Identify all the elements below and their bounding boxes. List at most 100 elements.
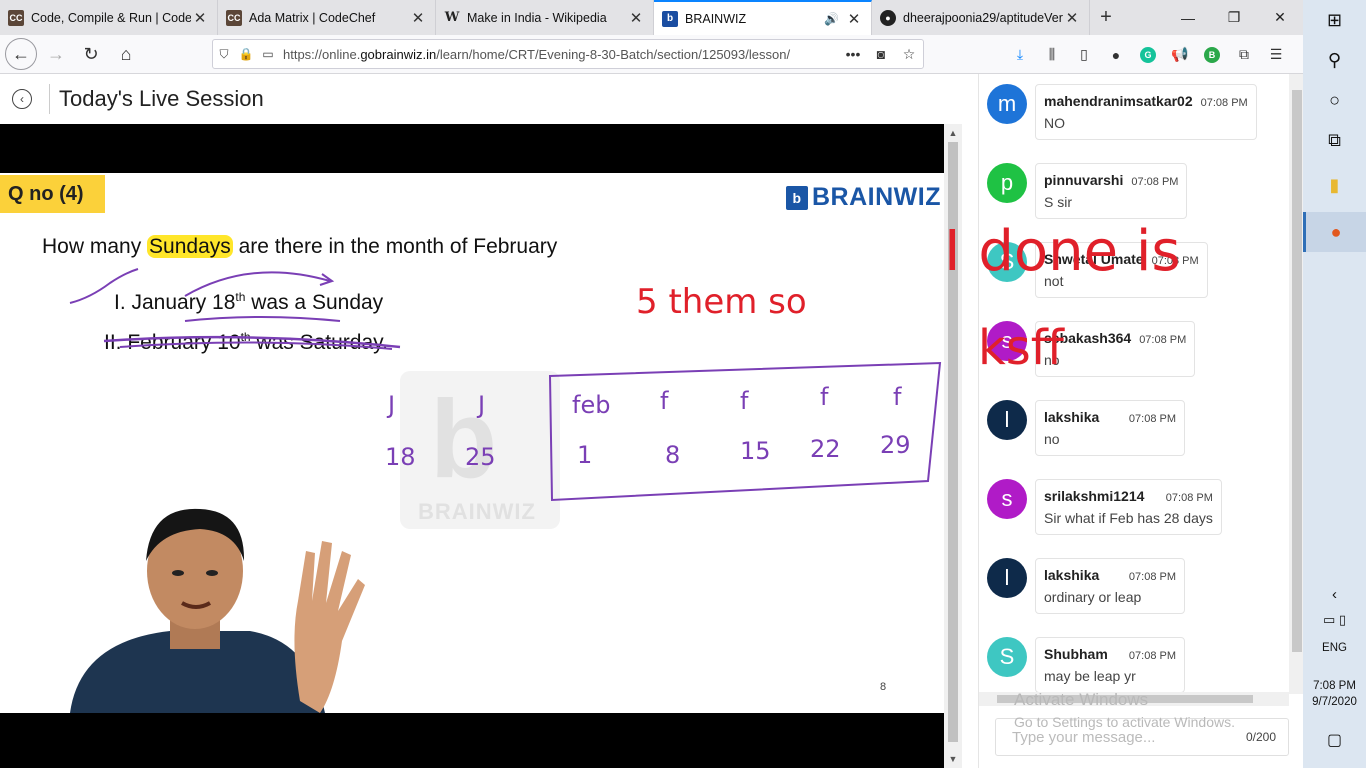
avatar: m bbox=[987, 84, 1027, 124]
grammarly-extension-icon[interactable]: G bbox=[1140, 46, 1156, 63]
library-icon[interactable]: ⫼ bbox=[1036, 46, 1068, 63]
chat-message: S Shubham 07:08 PM may be leap yr bbox=[987, 637, 1185, 692]
annotation-date-22: 22 bbox=[810, 435, 841, 463]
message-time: 07:08 PM bbox=[1128, 650, 1176, 662]
chat-message: m mahendranimsatkar02 07:08 PM NO bbox=[987, 84, 1257, 140]
show-hidden-icons-chevron-icon[interactable]: ‹ bbox=[1303, 586, 1366, 603]
hamburger-menu-icon[interactable]: ☰ bbox=[1260, 46, 1292, 63]
github-favicon-icon: ● bbox=[880, 9, 896, 26]
sender-name: srilakshmi1214 bbox=[1044, 488, 1145, 504]
live-video-player[interactable]: Q no (4) b BRAINWIZ How many Sundays are… bbox=[0, 124, 944, 768]
notifications-icon[interactable]: ▢ bbox=[1303, 730, 1366, 750]
annotation-red-note: 5 them so bbox=[636, 282, 807, 322]
search-icon[interactable]: ⚲ bbox=[1303, 40, 1366, 80]
annotation-month-f1: f bbox=[660, 387, 669, 415]
wikipedia-favicon-icon: W bbox=[444, 10, 460, 25]
annotation-month-j2: J bbox=[476, 391, 485, 419]
codechef-favicon-icon: CC bbox=[226, 9, 242, 26]
back-circle-icon[interactable]: ‹ bbox=[12, 89, 32, 109]
restore-icon[interactable]: ❐ bbox=[1211, 0, 1257, 35]
message-text: may be leap yr bbox=[1044, 668, 1136, 684]
extensions-puzzle-icon[interactable]: ⧉ bbox=[1228, 46, 1260, 63]
avatar: l bbox=[987, 558, 1027, 598]
close-tab-icon[interactable]: ✕ bbox=[409, 9, 427, 27]
lock-icon[interactable]: 🔒 bbox=[235, 47, 257, 61]
message-text: ordinary or leap bbox=[1044, 589, 1142, 605]
language-indicator[interactable]: ENG bbox=[1303, 642, 1366, 654]
close-tab-icon[interactable]: ✕ bbox=[845, 10, 863, 28]
annotation-month-f3: f bbox=[820, 383, 829, 411]
home-icon[interactable]: ⌂ bbox=[110, 38, 142, 70]
task-view-icon[interactable]: ⧉ bbox=[1303, 120, 1366, 160]
forward-arrow-icon[interactable]: → bbox=[40, 38, 72, 70]
url-text[interactable]: https://online.gobrainwiz.in/learn/home/… bbox=[283, 47, 839, 62]
clock-date[interactable]: 9/7/2020 bbox=[1303, 696, 1366, 708]
close-window-icon[interactable]: ✕ bbox=[1257, 0, 1303, 35]
activate-windows-title: Activate Windows bbox=[1014, 690, 1149, 709]
pocket-icon[interactable]: ◙ bbox=[867, 46, 895, 62]
close-tab-icon[interactable]: ✕ bbox=[1063, 9, 1081, 27]
chat-message: s srilakshmi1214 07:08 PM Sir what if Feb… bbox=[987, 479, 1222, 535]
address-bar[interactable]: ⛉ 🔒 ▭ https://online.gobrainwiz.in/learn… bbox=[212, 39, 924, 69]
annotation-month-j1: J bbox=[386, 391, 395, 419]
tab-ada-matrix[interactable]: CC Ada Matrix | CodeChef ✕ bbox=[218, 0, 436, 35]
character-counter: 0/200 bbox=[1245, 730, 1276, 744]
new-tab-plus-icon[interactable]: + bbox=[1090, 0, 1122, 35]
page-permissions-icon[interactable]: ▭ bbox=[257, 47, 279, 61]
scroll-down-arrow-icon[interactable]: ▼ bbox=[944, 754, 962, 764]
chat-message: l lakshika 07:08 PM no bbox=[987, 400, 1185, 456]
codechef-favicon-icon: CC bbox=[8, 9, 24, 26]
page-title: Today's Live Session bbox=[59, 86, 264, 111]
battery-network-icon[interactable]: ▭ ▯ bbox=[1303, 612, 1366, 628]
clock-time[interactable]: 7:08 PM bbox=[1303, 680, 1366, 692]
message-bubble: mahendranimsatkar02 07:08 PM NO bbox=[1035, 84, 1257, 140]
tab-brainwiz[interactable]: b BRAINWIZ 🔊 ✕ bbox=[654, 0, 872, 35]
close-tab-icon[interactable]: ✕ bbox=[191, 9, 209, 27]
scrollbar-thumb[interactable] bbox=[1292, 90, 1302, 652]
message-bubble: Shubham 07:08 PM may be leap yr bbox=[1035, 637, 1185, 692]
firefox-icon[interactable]: ● bbox=[1303, 212, 1366, 252]
back-arrow-icon[interactable]: ← bbox=[5, 38, 37, 70]
message-text: Sir what if Feb has 28 days bbox=[1044, 510, 1213, 526]
annotation-month-f2: f bbox=[740, 387, 749, 415]
message-text: NO bbox=[1044, 115, 1065, 131]
account-icon[interactable]: ● bbox=[1100, 47, 1132, 63]
reload-icon[interactable]: ↻ bbox=[75, 38, 107, 70]
scroll-up-arrow-icon[interactable]: ▲ bbox=[944, 128, 962, 138]
annotation-date-1: 1 bbox=[577, 441, 592, 469]
speaker-icon[interactable]: 🔊 bbox=[824, 12, 839, 26]
annotation-date-25: 25 bbox=[465, 443, 496, 471]
minimize-icon[interactable]: — bbox=[1165, 0, 1211, 35]
windows-start-icon[interactable]: ⊞ bbox=[1303, 0, 1366, 40]
page-actions-menu-icon[interactable]: ••• bbox=[839, 46, 867, 62]
message-text: no bbox=[1044, 431, 1060, 447]
sidebar-icon[interactable]: ▯ bbox=[1068, 46, 1100, 63]
download-icon[interactable]: ⤓ bbox=[1004, 46, 1036, 63]
close-tab-icon[interactable]: ✕ bbox=[627, 9, 645, 27]
extension-b-icon[interactable]: B bbox=[1204, 46, 1220, 63]
tab-github[interactable]: ● dheerajpoonia29/aptitudeVerb ✕ bbox=[872, 0, 1090, 35]
presenter-video bbox=[70, 508, 365, 713]
windows-taskbar: ⊞ ⚲ ○ ⧉ ▮ ● ‹ ▭ ▯ ENG 7:08 PM 9/7/2020 ▢ bbox=[1303, 0, 1366, 768]
tab-wikipedia[interactable]: W Make in India - Wikipedia ✕ bbox=[436, 0, 654, 35]
sender-name: Shubham bbox=[1044, 646, 1108, 662]
tab-codechef-compile[interactable]: CC Code, Compile & Run | CodeC ✕ bbox=[0, 0, 218, 35]
annotation-red-handwriting: I done is bbox=[944, 219, 1181, 284]
shield-icon[interactable]: ⛉ bbox=[213, 47, 235, 62]
browser-toolbar-icons: ⤓ ⫼ ▯ ● G 📢 B ⧉ ☰ bbox=[1004, 35, 1292, 74]
tab-title: dheerajpoonia29/aptitudeVerb bbox=[903, 10, 1063, 25]
cortana-icon[interactable]: ○ bbox=[1303, 80, 1366, 120]
annotation-date-29: 29 bbox=[880, 431, 911, 459]
session-header: ‹ Today's Live Session bbox=[0, 74, 962, 124]
message-time: 07:08 PM bbox=[1200, 97, 1248, 109]
sender-name: lakshika bbox=[1044, 409, 1100, 425]
chat-message-input[interactable] bbox=[1012, 728, 1246, 746]
bookmark-star-icon[interactable]: ☆ bbox=[895, 46, 923, 63]
window-controls: — ❐ ✕ bbox=[1165, 0, 1303, 35]
header-divider bbox=[49, 84, 50, 114]
file-explorer-icon[interactable]: ▮ bbox=[1303, 165, 1366, 205]
slide-page-number: 8 bbox=[880, 681, 887, 693]
chat-message: l lakshika 07:08 PM ordinary or leap bbox=[987, 558, 1185, 614]
megaphone-extension-icon[interactable]: 📢 bbox=[1164, 46, 1196, 63]
sender-name: lakshika bbox=[1044, 567, 1100, 583]
